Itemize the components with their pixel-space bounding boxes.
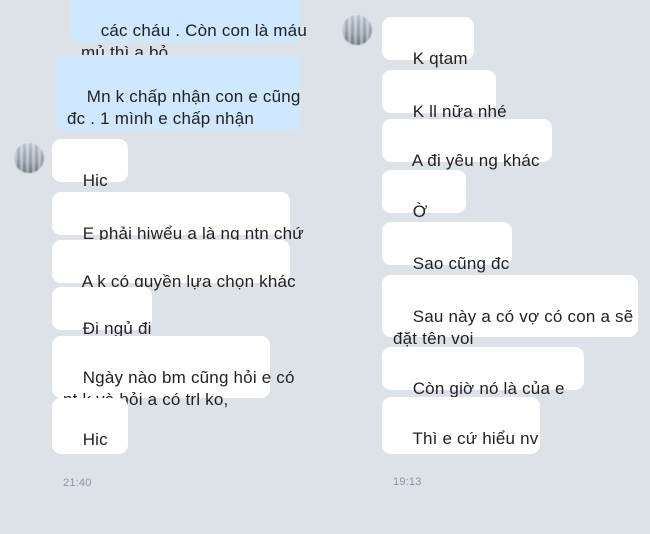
message-text: Mn k chấp nhận con e cũng đc . 1 mình e …: [67, 87, 301, 128]
incoming-message[interactable]: E phải hiwểu a là ng ntn chứ: [52, 192, 304, 243]
contact-avatar[interactable]: [342, 15, 372, 45]
message-text: Hic: [82, 171, 108, 190]
message-text: Thì e cứ hiểu nv: [412, 429, 539, 448]
incoming-message[interactable]: Đi ngủ đi: [52, 287, 152, 338]
message-time: 19:13: [393, 476, 422, 488]
message-text: Ờ: [412, 202, 428, 221]
message-text: Sao cũng đc: [412, 254, 510, 273]
incoming-message[interactable]: Hic: [52, 139, 128, 190]
message-text: A đi yêu ng khác: [411, 151, 540, 170]
message-text: Hic: [82, 430, 108, 449]
message-text: K qtam: [412, 49, 468, 68]
left-chat-panel: các cháu . Còn con là máu mủ thì a bỏ Mn…: [0, 0, 318, 489]
incoming-message[interactable]: A đi yêu ng khác: [382, 119, 552, 170]
incoming-message[interactable]: A k có quyền lựa chọn khác: [52, 240, 296, 291]
incoming-message[interactable]: Sao cũng đc: [382, 222, 512, 273]
incoming-message[interactable]: Thì e cứ hiểu nv 19:13: [382, 397, 540, 488]
contact-avatar[interactable]: [14, 143, 44, 173]
outgoing-message[interactable]: Mn k chấp nhận con e cũng đc . 1 mình e …: [56, 55, 301, 168]
incoming-message[interactable]: Ờ: [382, 170, 466, 221]
message-text: Còn giờ nó là của e: [412, 379, 565, 398]
message-time: 21:40: [63, 477, 92, 489]
incoming-message[interactable]: Còn giờ nó là của e: [382, 347, 584, 398]
incoming-message[interactable]: K ll nữa nhé: [382, 70, 507, 121]
message-text: Sau này a có vợ có con a sẽ đặt tên voi: [393, 307, 634, 348]
right-chat-panel: K qtam K ll nữa nhé A đi yêu ng khác Ờ S…: [320, 0, 650, 488]
incoming-message[interactable]: Ngày nào bm cũng hỏi e có nt k và hỏi a …: [52, 336, 294, 409]
incoming-message[interactable]: K qtam: [382, 17, 474, 68]
outgoing-message[interactable]: các cháu . Còn con là máu mủ thì a bỏ: [70, 0, 307, 62]
incoming-message[interactable]: Hic 21:40: [52, 398, 128, 489]
incoming-message[interactable]: Sau này a có vợ có con a sẽ đặt tên voi: [382, 275, 638, 348]
